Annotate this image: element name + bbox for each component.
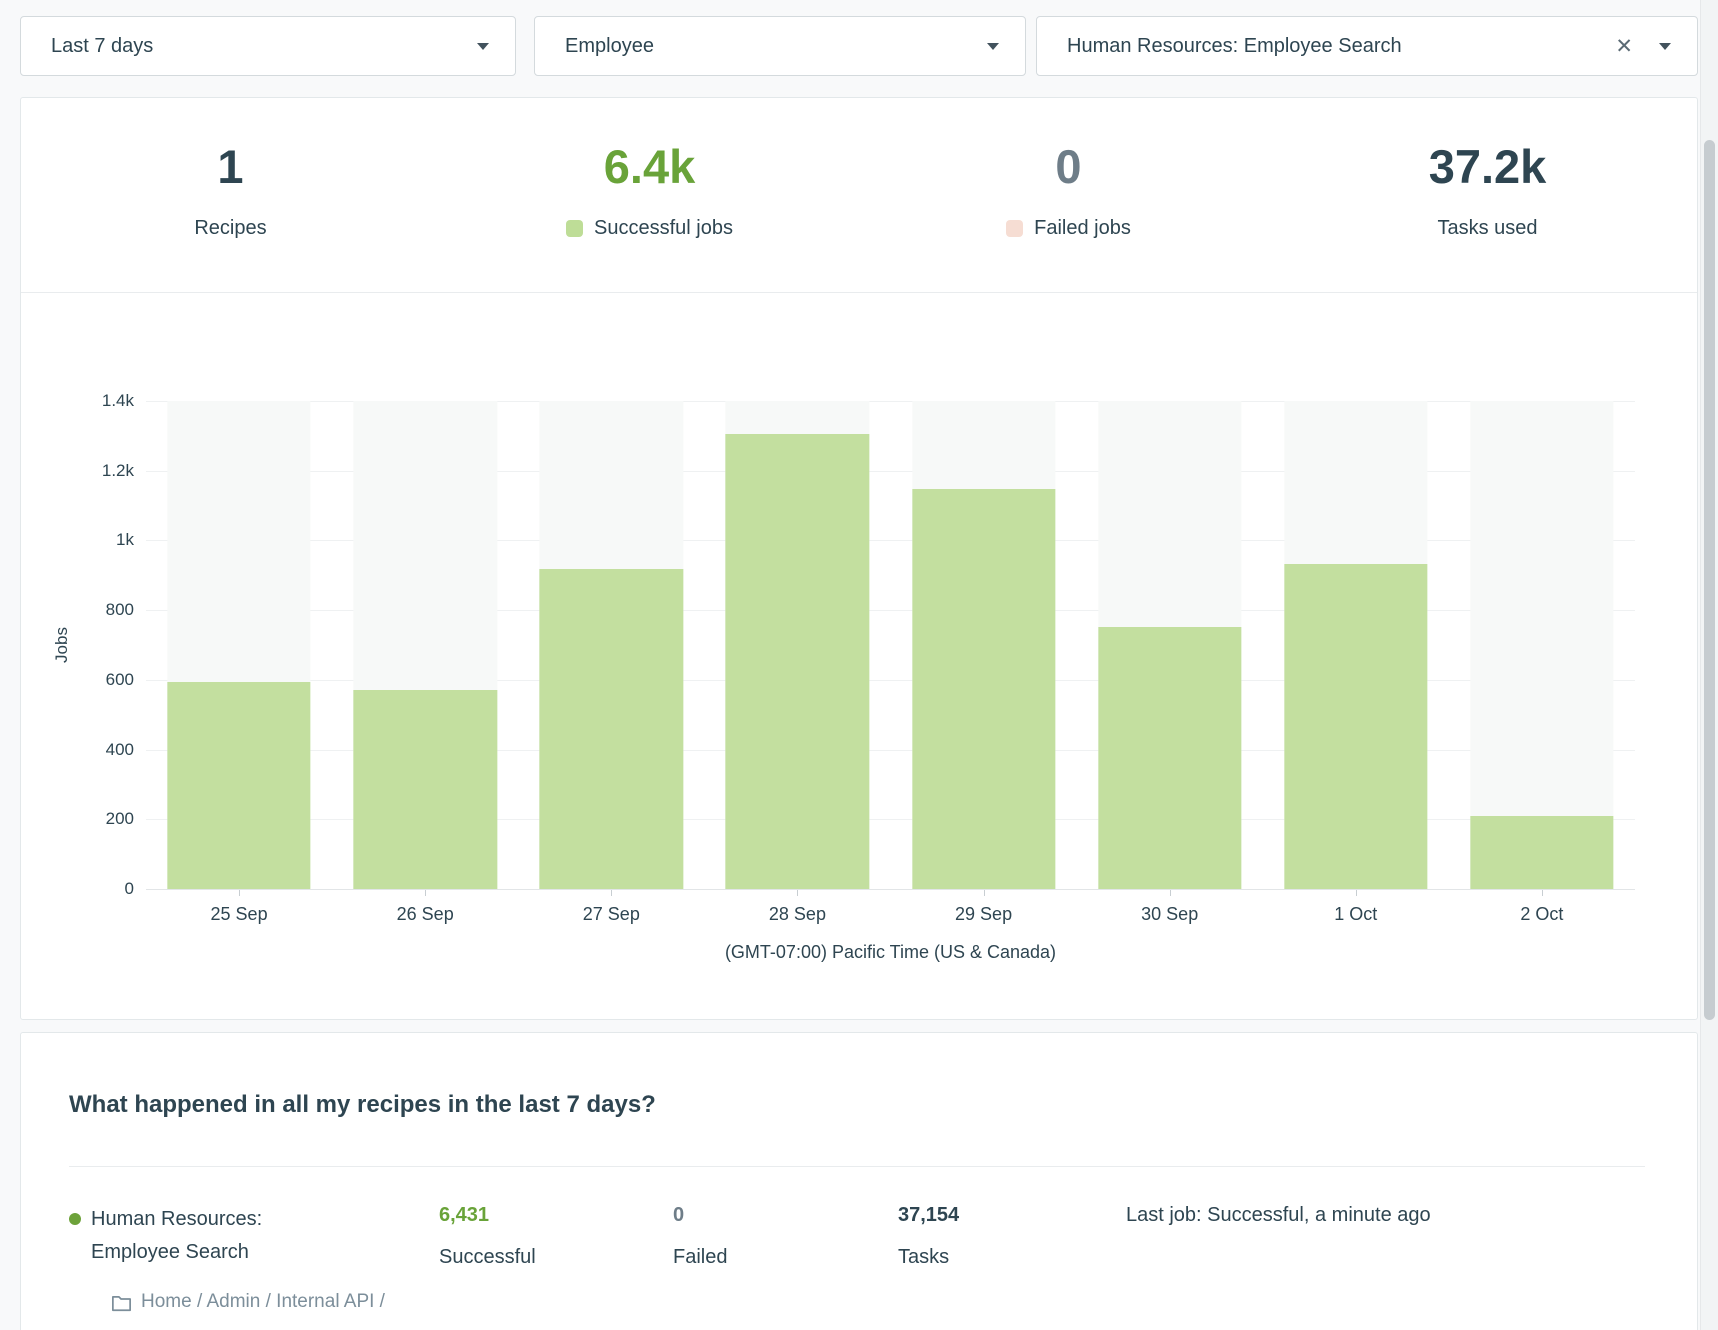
recipe-select[interactable]: Human Resources: Employee Search ✕ — [1036, 16, 1698, 76]
chevron-down-icon — [477, 43, 489, 50]
recipe-name[interactable]: Human Resources: Employee Search — [91, 1203, 262, 1269]
x-tick-label: 2 Oct — [1449, 904, 1635, 925]
jobs-overview-card: 1 Recipes 6.4k Successful jobs 0 Failed … — [20, 97, 1698, 1020]
chevron-down-icon — [987, 43, 999, 50]
filter-bar: Last 7 days Employee Human Resources: Em… — [0, 0, 1718, 76]
tasks-used-count: 37.2k — [1429, 143, 1547, 191]
y-tick-label: 1.2k — [102, 461, 134, 481]
chevron-down-icon — [1659, 43, 1671, 50]
failed-value: 0 — [673, 1203, 898, 1227]
x-axis-tick — [239, 890, 240, 896]
bar-slot-26-sep — [332, 401, 518, 889]
y-tick-label: 200 — [106, 809, 134, 829]
bar-slot-30-sep — [1077, 401, 1263, 889]
y-axis-title: Jobs — [52, 627, 72, 663]
divider — [69, 1166, 1645, 1167]
bar-29-sep[interactable] — [912, 489, 1055, 889]
stat-recipes: 1 Recipes — [21, 98, 440, 292]
x-axis-tick — [797, 890, 798, 896]
stats-row: 1 Recipes 6.4k Successful jobs 0 Failed … — [21, 98, 1697, 293]
bar-28-sep[interactable] — [726, 434, 869, 889]
x-tick-label: 30 Sep — [1077, 904, 1263, 925]
x-tick-label: 27 Sep — [518, 904, 704, 925]
bar-27-sep[interactable] — [540, 569, 683, 889]
failed-label: Failed — [673, 1246, 898, 1269]
x-axis-tick — [1170, 890, 1171, 896]
tasks-value: 37,154 — [898, 1203, 1126, 1227]
x-axis-tick — [611, 890, 612, 896]
y-tick-label: 800 — [106, 600, 134, 620]
bar-slot-28-sep — [704, 401, 890, 889]
chart-plot-area: Jobs 1.4k1.2k1k8006004002000 — [146, 401, 1635, 890]
x-tick-label: 25 Sep — [146, 904, 332, 925]
x-axis-tick — [1542, 890, 1543, 896]
successful-legend-swatch — [566, 220, 583, 237]
scrollbar-thumb[interactable] — [1704, 140, 1715, 1020]
jobs-bar-chart: Jobs 1.4k1.2k1k8006004002000 25 Sep26 Se… — [21, 293, 1697, 963]
successful-jobs-label: Successful jobs — [594, 217, 733, 240]
bar-slot-25-sep — [146, 401, 332, 889]
last-job-status: Last job: Successful, a minute ago — [1126, 1203, 1645, 1269]
bar-30-sep[interactable] — [1098, 627, 1241, 889]
recipe-name-cell[interactable]: Human Resources: Employee Search — [69, 1203, 439, 1269]
entity-value: Employee — [565, 35, 987, 58]
recipes-count: 1 — [217, 143, 243, 191]
recipe-row: Human Resources: Employee Search 6,431 S… — [69, 1203, 1645, 1269]
x-tick-label: 1 Oct — [1263, 904, 1449, 925]
breadcrumb[interactable]: Home / Admin / Internal API / — [111, 1291, 1645, 1313]
x-axis-tick — [984, 890, 985, 896]
x-tick-label: 26 Sep — [332, 904, 518, 925]
bar-slot-29-sep — [891, 401, 1077, 889]
bar-slot-2-oct — [1449, 401, 1635, 889]
bar-slots — [146, 401, 1635, 889]
successful-value: 6,431 — [439, 1203, 673, 1227]
y-tick-label: 1.4k — [102, 391, 134, 411]
failed-legend-swatch — [1006, 220, 1023, 237]
y-tick-label: 1k — [116, 530, 134, 550]
x-axis-labels: 25 Sep26 Sep27 Sep28 Sep29 Sep30 Sep1 Oc… — [146, 904, 1635, 925]
x-axis-tick — [1356, 890, 1357, 896]
tasks-used-label: Tasks used — [1437, 217, 1537, 240]
stat-successful-jobs: 6.4k Successful jobs — [440, 98, 859, 292]
recipe-value: Human Resources: Employee Search — [1067, 35, 1615, 58]
scrollbar-track[interactable] — [1700, 0, 1718, 1330]
x-axis-tick — [425, 890, 426, 896]
clear-icon[interactable]: ✕ — [1615, 34, 1633, 59]
time-range-select[interactable]: Last 7 days — [20, 16, 516, 76]
bar-slot-27-sep — [518, 401, 704, 889]
successful-jobs-count: 6.4k — [604, 143, 695, 191]
y-tick-label: 600 — [106, 670, 134, 690]
bar-slot-1-oct — [1263, 401, 1449, 889]
tasks-cell: 37,154 Tasks — [898, 1203, 1126, 1269]
stat-tasks-used: 37.2k Tasks used — [1278, 98, 1697, 292]
successful-label: Successful — [439, 1246, 673, 1269]
tasks-label: Tasks — [898, 1246, 1126, 1269]
summary-heading: What happened in all my recipes in the l… — [69, 1091, 1645, 1119]
bar-1-oct[interactable] — [1284, 564, 1427, 889]
time-range-value: Last 7 days — [51, 35, 477, 58]
folder-icon — [111, 1293, 132, 1312]
recipes-label: Recipes — [194, 217, 266, 240]
breadcrumb-path[interactable]: Home / Admin / Internal API / — [141, 1291, 385, 1313]
x-tick-label: 28 Sep — [704, 904, 890, 925]
successful-cell: 6,431 Successful — [439, 1203, 673, 1269]
bar-26-sep[interactable] — [354, 690, 497, 889]
entity-select[interactable]: Employee — [534, 16, 1026, 76]
timezone-note: (GMT-07:00) Pacific Time (US & Canada) — [146, 942, 1635, 963]
bar-2-oct[interactable] — [1470, 816, 1613, 889]
failed-cell: 0 Failed — [673, 1203, 898, 1269]
bar-25-sep[interactable] — [167, 682, 310, 889]
failed-jobs-label: Failed jobs — [1034, 217, 1131, 240]
recipe-status-dot — [69, 1213, 81, 1225]
recipes-summary-card: What happened in all my recipes in the l… — [20, 1032, 1698, 1330]
x-tick-label: 29 Sep — [891, 904, 1077, 925]
stat-failed-jobs: 0 Failed jobs — [859, 98, 1278, 292]
y-tick-label: 400 — [106, 740, 134, 760]
failed-jobs-count: 0 — [1055, 143, 1081, 191]
y-tick-label: 0 — [125, 879, 134, 899]
